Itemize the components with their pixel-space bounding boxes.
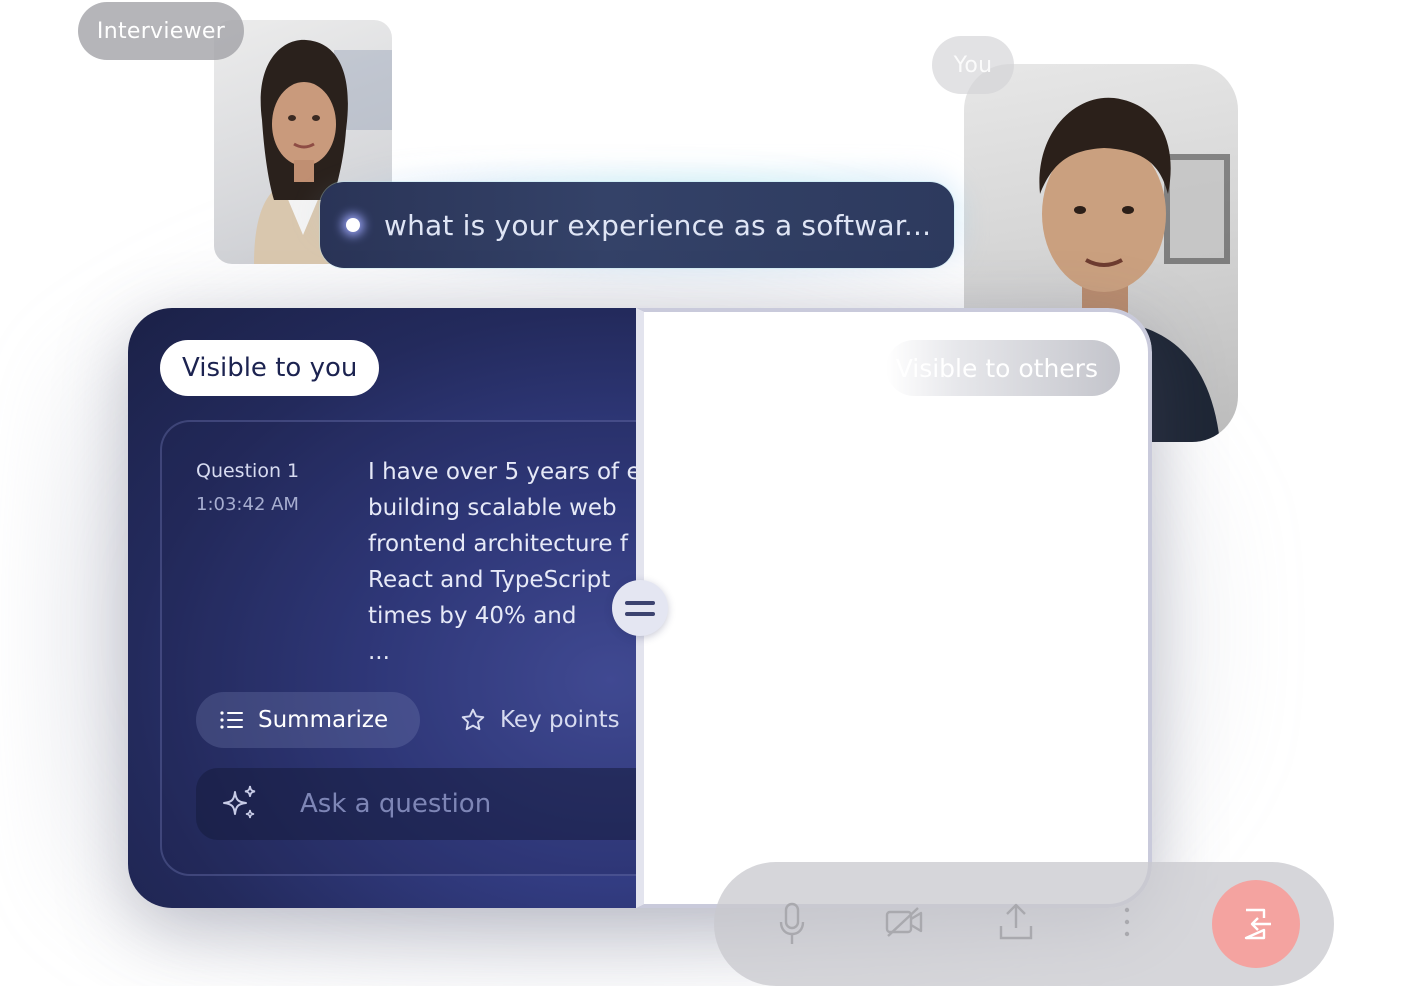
more-options-button[interactable] [1122, 902, 1132, 942]
ask-question-bar[interactable] [196, 768, 676, 840]
ask-question-input[interactable] [300, 768, 660, 840]
interviewer-label: Interviewer [78, 2, 244, 60]
leave-call-icon [1244, 908, 1271, 940]
key-points-label: Key points [500, 707, 620, 733]
key-points-button[interactable]: Key points [442, 692, 620, 748]
handle-grip [625, 600, 655, 605]
leave-call-button[interactable] [1212, 880, 1300, 968]
split-resize-handle[interactable] [612, 580, 668, 636]
answer-line: I have over 5 years of e [368, 459, 641, 485]
question-timestamp: 1:03:42 AM [196, 494, 299, 515]
sparkles-icon [220, 784, 260, 828]
answer-card: Question 1 1:03:42 AM I have over 5 year… [160, 420, 680, 876]
question-number: Question 1 [196, 460, 300, 482]
list-icon [220, 710, 244, 730]
more-vertical-icon [1124, 907, 1130, 937]
star-icon [460, 707, 486, 733]
mic-button[interactable] [778, 902, 806, 946]
summarize-label: Summarize [258, 707, 389, 733]
summarize-button[interactable]: Summarize [196, 692, 420, 748]
live-question-bubble: what is your experience as a softwar... [320, 182, 954, 268]
private-panel: Visible to you Question 1 1:03:42 AM I h… [128, 308, 680, 908]
upload-icon [999, 903, 1033, 940]
answer-line: building scalable web [368, 495, 617, 521]
answer-text: I have over 5 years of e building scalab… [368, 454, 668, 670]
answer-line: frontend architecture f [368, 531, 628, 557]
camera-button[interactable] [884, 902, 924, 942]
handle-grip [625, 611, 655, 616]
live-question-text: what is your experience as a softwar... [384, 208, 932, 242]
microphone-icon [779, 902, 805, 944]
answer-ellipsis: ... [368, 639, 390, 665]
self-label: You [932, 36, 1014, 94]
visible-to-others-badge: Visible to others [886, 340, 1120, 396]
meeting-stage: Interviewer You what is your experience … [0, 0, 1412, 986]
visible-to-you-badge: Visible to you [160, 340, 380, 396]
live-indicator-icon [346, 218, 360, 232]
share-button[interactable] [998, 902, 1034, 942]
shared-panel [636, 308, 1152, 908]
call-controls-bar [714, 862, 1334, 986]
video-off-icon [885, 907, 923, 937]
